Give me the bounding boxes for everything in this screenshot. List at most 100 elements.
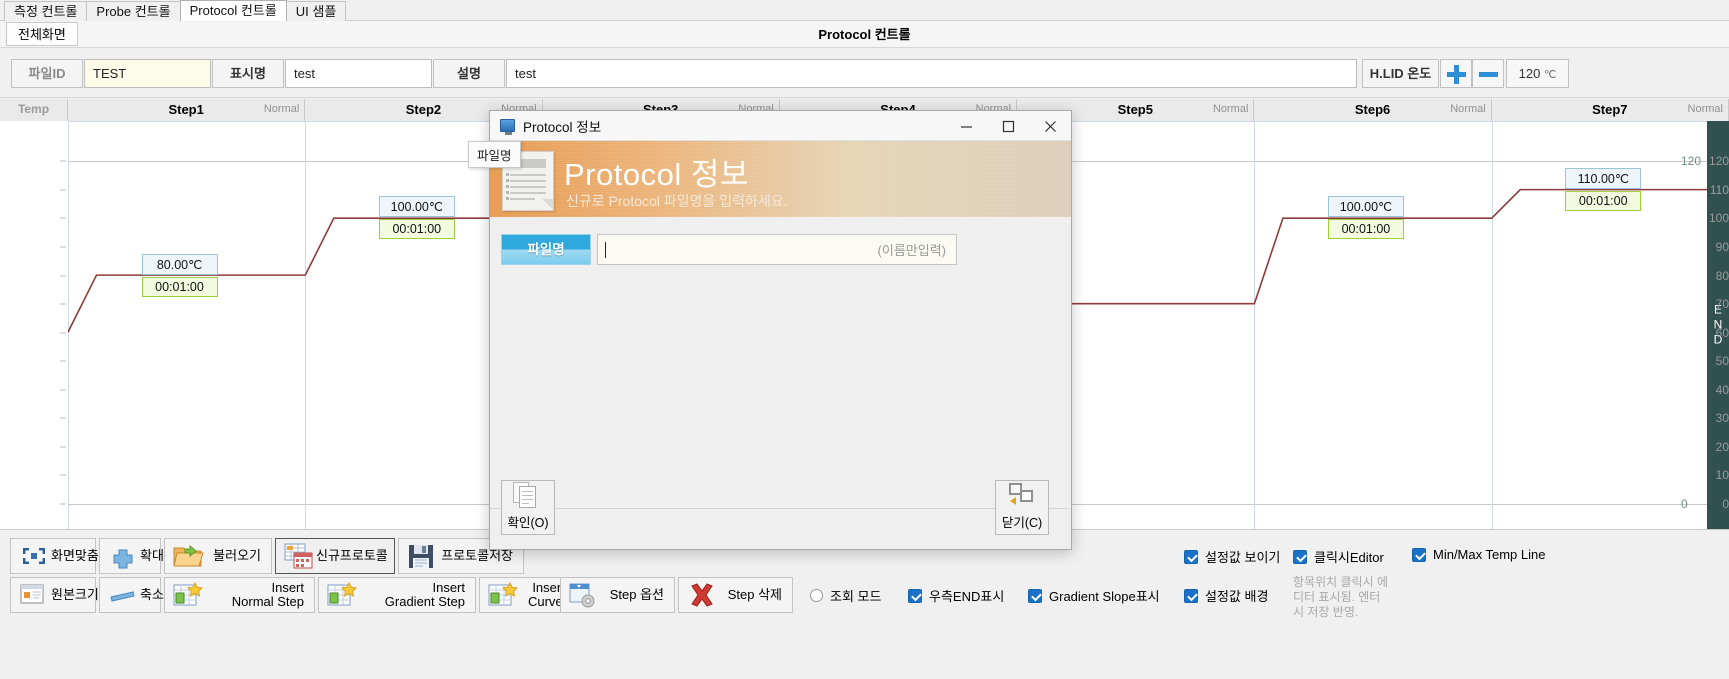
actual-size-icon	[17, 580, 51, 610]
actual-size-button[interactable]: 원본크기	[10, 577, 99, 613]
file-id-input[interactable]: TEST	[84, 59, 211, 88]
insert-gradient-step-button[interactable]: Insert Gradient Step	[318, 577, 476, 613]
checkmark-icon	[1184, 549, 1198, 564]
monitor-icon	[500, 119, 515, 135]
main-tabstrip: 측정 컨트롤 Probe 컨트롤 Protocol 컨트롤 UI 샘플	[0, 0, 1729, 21]
hlid-increase-button[interactable]	[1440, 59, 1472, 88]
step-temp-annotation[interactable]: 100.00℃	[378, 196, 455, 218]
protocol-info-dialog[interactable]: Protocol 정보 Protocol 정보 신규로 Protocol 파일명…	[489, 110, 1072, 550]
checkbox-setpoint-background-label: 설정값 배경	[1205, 589, 1269, 604]
step-mode: Normal	[1687, 103, 1723, 115]
tab-2[interactable]: Probe 컨트롤	[86, 1, 181, 21]
new-protocol-label: 신규프로토콜	[316, 548, 388, 563]
step-header-cell[interactable]: Step1 Normal	[68, 99, 306, 121]
step-temp-annotation[interactable]: 110.00℃	[1565, 167, 1642, 189]
bottom-toolbar: 화면맞춤 확대 불러오기 신규프로토콜 프로토콜저장 원본크기 축소 Inser…	[0, 530, 1729, 679]
step-hold-annotation[interactable]: 00:01:00	[378, 219, 455, 240]
save-floppy-icon	[405, 541, 439, 571]
checkmark-icon	[908, 588, 922, 603]
y-axis-tick	[60, 360, 66, 362]
filename-field-label: 파일명	[501, 234, 591, 265]
tab-4[interactable]: UI 샘플	[285, 1, 347, 21]
tab-label: UI 샘플	[295, 4, 337, 19]
y-axis-tick-label: 90	[1715, 239, 1729, 254]
hlid-decrease-button[interactable]	[1472, 59, 1504, 88]
zoom-out-button[interactable]: 축소	[99, 577, 164, 613]
y-axis-tick	[60, 389, 66, 391]
protocol-property-bar: 파일ID TEST 표시명 test 설명 test H.LID 온도 120 …	[0, 49, 1729, 98]
dialog-banner: Protocol 정보 신규로 Protocol 파일명을 입력하세요.	[490, 141, 1071, 217]
fit-screen-icon	[17, 541, 51, 571]
maximize-button[interactable]	[987, 111, 1029, 141]
dialog-banner-title: Protocol 정보	[564, 157, 749, 192]
view-mode-radio[interactable]: 조회 모드	[810, 586, 881, 605]
y-axis-tick	[60, 446, 66, 448]
y-axis-tick-label: 60	[1715, 325, 1729, 340]
editor-hint-text: 항목위치 클릭시 에 디터 표시됨. 엔터 시 저장 반영.	[1293, 575, 1388, 619]
filename-placeholder: (이름만입력)	[877, 243, 946, 258]
checkmark-icon	[1293, 549, 1307, 564]
checkbox-click-editor[interactable]: 클릭시Editor	[1293, 547, 1384, 566]
new-protocol-button[interactable]: 신규프로토콜	[275, 538, 395, 574]
open-protocol-button[interactable]: 불러오기	[164, 538, 272, 574]
filename-tooltip: 파일명	[468, 141, 521, 168]
step-temp-annotation[interactable]: 100.00℃	[1327, 196, 1404, 218]
step-header-cell[interactable]: Step7 Normal	[1491, 99, 1729, 121]
step-delete-icon	[685, 580, 719, 610]
checkbox-right-end-display[interactable]: 우측END표시	[908, 586, 1004, 605]
y-axis-tick-label: 120	[1708, 154, 1729, 169]
insert-normal-step-icon	[171, 580, 205, 610]
description-input[interactable]: test	[506, 59, 1357, 88]
y-axis-tick	[60, 417, 66, 419]
tab-label: 측정 컨트롤	[14, 4, 78, 19]
confirm-pages-icon	[513, 482, 543, 510]
y-axis-tick-label: 100	[1708, 211, 1729, 226]
checkbox-show-setpoint[interactable]: 설정값 보이기	[1184, 547, 1280, 566]
dialog-banner-subtitle: 신규로 Protocol 파일명을 입력하세요.	[566, 193, 788, 209]
zoom-in-icon	[106, 541, 140, 571]
step-header-temp: Temp	[0, 99, 68, 121]
display-name-input[interactable]: test	[285, 59, 432, 88]
file-id-label: 파일ID	[11, 59, 83, 88]
checkbox-gradient-slope[interactable]: Gradient Slope표시	[1028, 586, 1160, 605]
step-header-cell[interactable]: Step6 Normal	[1254, 99, 1492, 121]
insert-gradient-step-label: Insert Gradient Step	[384, 580, 465, 609]
tab-list: 측정 컨트롤 Probe 컨트롤 Protocol 컨트롤 UI 샘플	[0, 0, 1729, 21]
y-axis-tick-label: 110	[1709, 182, 1729, 197]
step-temp-annotation[interactable]: 80.00℃	[141, 253, 218, 275]
step-divider	[305, 121, 307, 529]
checkbox-minmax-temp-line[interactable]: Min/Max Temp Line	[1412, 547, 1545, 562]
tab-1[interactable]: 측정 컨트롤	[4, 1, 88, 21]
y-axis-tick	[60, 217, 66, 219]
tab-label: Protocol 컨트롤	[189, 3, 277, 18]
sub-toolbar: Protocol 컨트롤 전체화면	[0, 21, 1729, 48]
fit-screen-button[interactable]: 화면맞춤	[10, 538, 99, 574]
step-hold-annotation[interactable]: 00:01:00	[1327, 219, 1404, 240]
fullscreen-button[interactable]: 전체화면	[6, 22, 78, 46]
step-delete-button[interactable]: Step 삭제	[678, 577, 793, 613]
open-folder-icon	[171, 541, 205, 571]
close-windows-icon	[1007, 482, 1037, 510]
dialog-ok-button[interactable]: 확인(O)	[501, 480, 555, 535]
tab-label: Probe 컨트롤	[96, 4, 171, 19]
text-caret	[605, 241, 606, 258]
y-axis-tick-label: 0	[1722, 497, 1729, 511]
insert-normal-step-button[interactable]: Insert Normal Step	[164, 577, 315, 613]
checkmark-icon	[1412, 547, 1426, 562]
minimize-button[interactable]	[945, 111, 987, 141]
y-axis-tick-label: 20	[1715, 439, 1729, 454]
dialog-close-button[interactable]: 닫기(C)	[995, 480, 1049, 535]
y-axis-tick	[60, 246, 66, 248]
step-hold-annotation[interactable]: 00:01:00	[1565, 190, 1642, 211]
hlid-temp-value[interactable]: 120 ℃	[1506, 59, 1569, 88]
zoom-in-button[interactable]: 확대	[99, 538, 164, 574]
step-option-button[interactable]: Step 옵션	[560, 577, 675, 613]
step-option-icon	[567, 580, 601, 610]
tab-3[interactable]: Protocol 컨트롤	[179, 0, 287, 21]
filename-input[interactable]: (이름만입력)	[597, 234, 957, 265]
description-label: 설명	[433, 59, 505, 88]
dialog-close-label: 닫기(C)	[1001, 516, 1043, 530]
checkbox-setpoint-background[interactable]: 설정값 배경	[1184, 586, 1268, 605]
close-button[interactable]	[1029, 111, 1071, 141]
step-hold-annotation[interactable]: 00:01:00	[141, 276, 218, 297]
